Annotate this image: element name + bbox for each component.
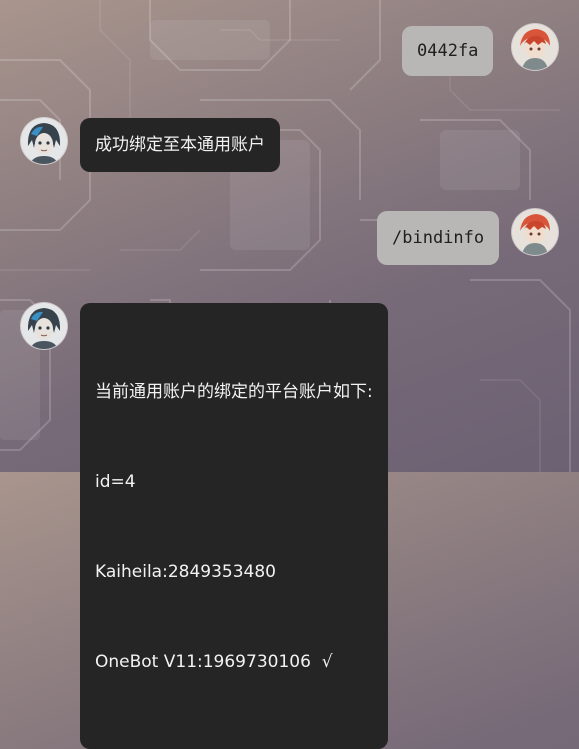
bot-avatar-icon[interactable] (21, 303, 67, 349)
user-message-bubble[interactable]: /bindinfo (377, 211, 500, 265)
user-avatar-icon[interactable] (512, 24, 558, 70)
message-line: 当前通用账户的绑定的平台账户如下: (95, 382, 373, 402)
bot-message-bubble[interactable]: 当前通用账户的绑定的平台账户如下: id=4 Kaiheila:28493534… (80, 303, 388, 749)
message-line: Kaiheila:2849353480 (95, 562, 276, 582)
user-message-bubble[interactable]: 0442fa (402, 26, 494, 76)
user-avatar-icon[interactable] (512, 209, 558, 255)
message-line: OneBot V11:1969730106 √ (95, 652, 333, 672)
bot-avatar-icon[interactable] (21, 118, 67, 164)
bot-message-bubble[interactable]: 成功绑定至本通用账户 (80, 118, 280, 172)
